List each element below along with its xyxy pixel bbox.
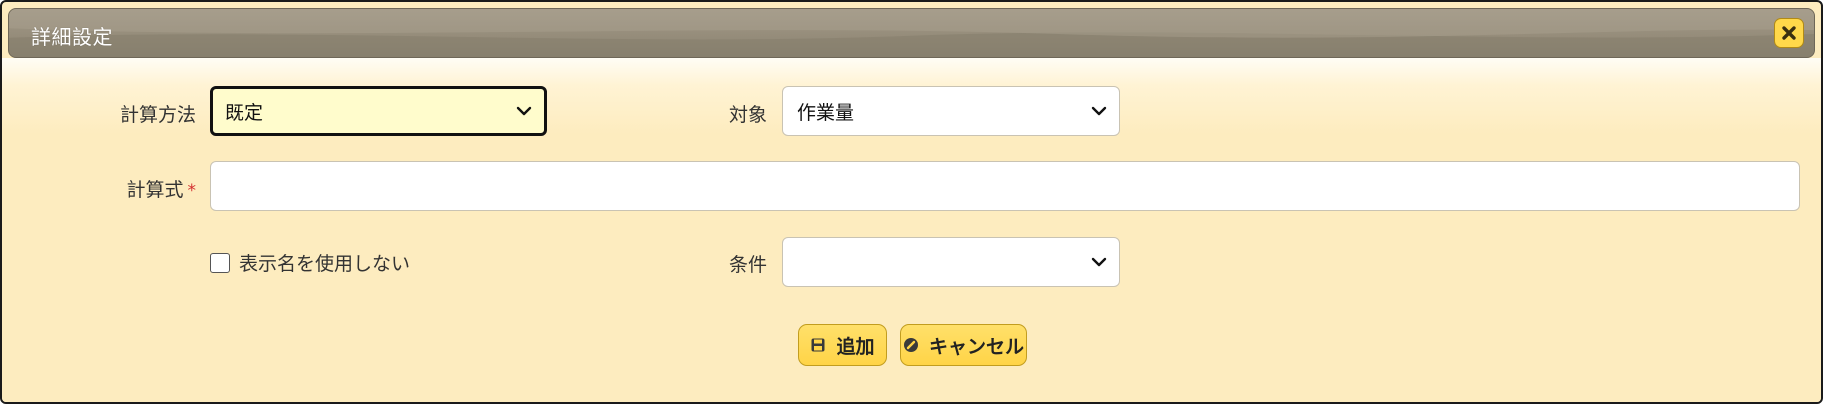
hide-display-name-checkbox[interactable] [210, 252, 230, 273]
titlebar-texture [9, 9, 1814, 57]
condition-label: 条件 [728, 254, 767, 276]
chevron-down-icon [1091, 106, 1107, 116]
cancel-icon [903, 338, 918, 352]
detail-settings-dialog: 詳細設定 計算方法 既定 対象 作業量 計算式 * 表示名を使用しない 条件 追… [0, 0, 1823, 404]
save-icon [811, 338, 825, 352]
formula-label: 計算式 * [126, 175, 196, 202]
add-button[interactable]: 追加 [798, 324, 887, 366]
cancel-button[interactable]: キャンセル [900, 324, 1027, 366]
chevron-down-icon [1091, 257, 1107, 267]
dialog-titlebar[interactable]: 詳細設定 [8, 8, 1815, 58]
calc-method-value: 既定 [225, 101, 264, 124]
target-value: 作業量 [797, 101, 855, 124]
target-label: 対象 [728, 104, 767, 126]
close-icon [1782, 26, 1796, 40]
formula-label-text: 計算式 [126, 179, 184, 201]
calc-method-select[interactable]: 既定 [210, 86, 547, 136]
cancel-button-label: キャンセル [928, 335, 1024, 358]
add-button-label: 追加 [836, 335, 875, 358]
close-button[interactable] [1774, 18, 1804, 48]
formula-input[interactable] [210, 161, 1800, 211]
hide-display-name-option[interactable]: 表示名を使用しない [210, 249, 410, 276]
condition-select[interactable] [782, 237, 1120, 287]
target-select[interactable]: 作業量 [782, 86, 1120, 136]
calc-method-label: 計算方法 [119, 104, 196, 126]
required-mark: * [187, 181, 197, 201]
dialog-title: 詳細設定 [31, 25, 113, 49]
hide-display-name-label: 表示名を使用しない [239, 253, 411, 275]
chevron-down-icon [516, 106, 532, 116]
